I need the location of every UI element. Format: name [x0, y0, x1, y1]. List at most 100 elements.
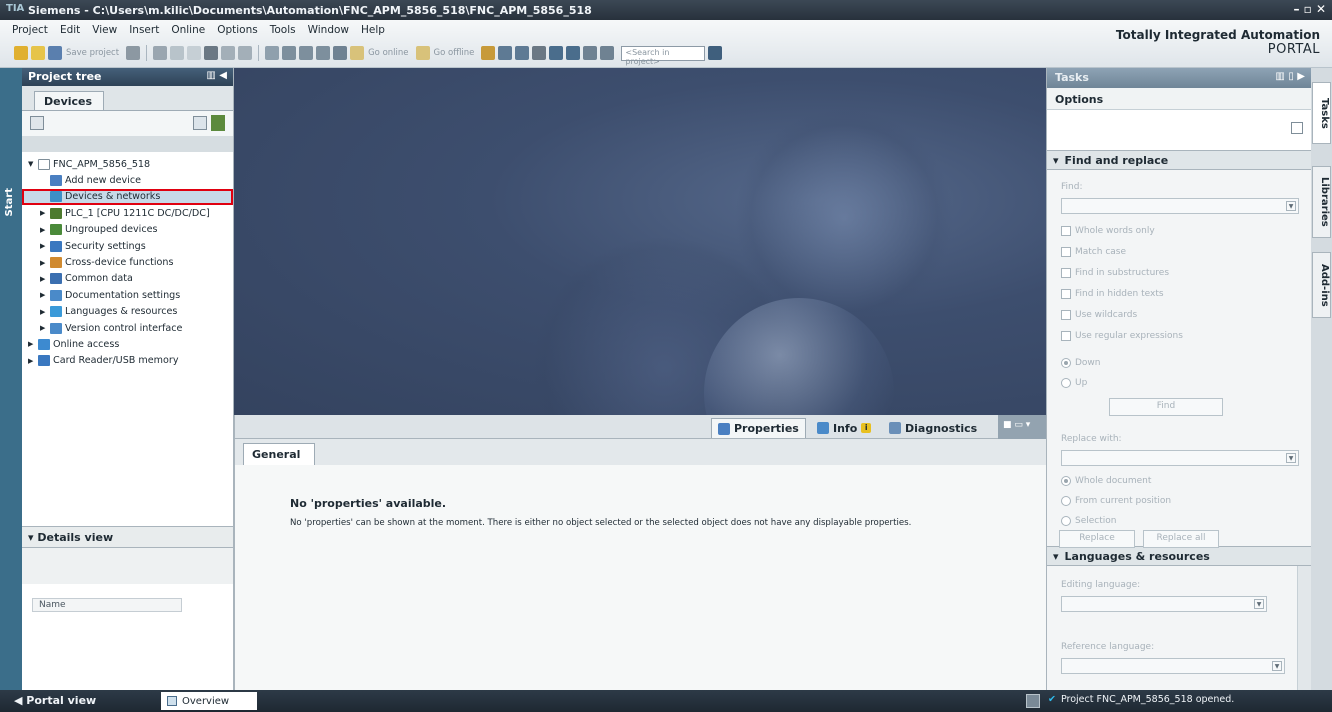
tab-general[interactable]: General — [243, 443, 315, 465]
details-column-name[interactable]: Name — [32, 598, 182, 612]
side-tab-tasks[interactable]: Tasks — [1312, 82, 1331, 144]
tab-properties[interactable]: Properties — [711, 418, 806, 438]
expand-triangle-right-icon[interactable]: ▶ — [40, 226, 48, 234]
window-controls[interactable]: – ▫ ✕ — [1293, 2, 1326, 16]
tree-item[interactable]: ▶ Common data — [22, 271, 233, 287]
languages-scrollbar[interactable] — [1297, 566, 1311, 692]
tree-item[interactable]: ▶ Cross-device functions — [22, 254, 233, 270]
undo-icon[interactable] — [221, 46, 236, 60]
save-project-button[interactable]: Save project — [66, 48, 119, 58]
expand-triangle-right-icon[interactable]: ▶ — [40, 209, 48, 217]
reference-language-select[interactable]: ▼ — [1061, 658, 1285, 674]
match-case-checkbox[interactable]: Match case — [1061, 247, 1126, 257]
tree-item[interactable]: ▶ Online access — [22, 336, 233, 352]
tasks-header-controls[interactable]: ▥ ▯ ▶ — [1275, 71, 1305, 82]
expand-triangle-right-icon[interactable]: ▶ — [40, 275, 48, 283]
expand-triangle-right-icon[interactable]: ▶ — [28, 340, 36, 348]
tree-item[interactable]: ▼ FNC_APM_5856_518 — [22, 156, 233, 172]
tree-item[interactable]: ▶ PLC_1 [CPU 1211C DC/DC/DC] — [22, 205, 233, 221]
expand-triangle-right-icon[interactable]: ▶ — [40, 259, 48, 267]
add-device-icon[interactable] — [211, 115, 225, 131]
tab-devices[interactable]: Devices — [34, 91, 104, 111]
compile-icon[interactable] — [282, 46, 297, 60]
tree-item[interactable]: Add new device — [22, 172, 233, 188]
go-online-icon[interactable] — [350, 46, 365, 60]
options-toggle-icon[interactable] — [1291, 122, 1303, 134]
chevron-down-icon[interactable]: ▼ — [1254, 599, 1264, 609]
direction-up-radio[interactable]: Up — [1061, 378, 1087, 388]
editing-language-select[interactable]: ▼ — [1061, 596, 1267, 612]
print-icon[interactable] — [126, 46, 141, 60]
regex-checkbox[interactable]: Use regular expressions — [1061, 331, 1183, 341]
direction-down-radio[interactable]: Down — [1061, 358, 1101, 368]
split-vertical-icon[interactable] — [566, 46, 581, 60]
menu-project[interactable]: Project — [12, 24, 48, 36]
overview-tab[interactable]: Overview — [161, 692, 257, 710]
find-substructures-checkbox[interactable]: Find in substructures — [1061, 268, 1169, 278]
go-offline-icon[interactable] — [415, 46, 430, 60]
download-icon[interactable] — [299, 46, 314, 60]
menu-window[interactable]: Window — [308, 24, 349, 36]
inspector-window-controls[interactable]: ■ ▭ ▾ — [998, 415, 1046, 439]
replace-with-input[interactable]: ▼ — [1061, 450, 1299, 466]
expand-triangle-right-icon[interactable]: ▶ — [28, 357, 36, 365]
maximize-editor-icon[interactable] — [583, 46, 598, 60]
tab-info[interactable]: Info i — [811, 418, 877, 438]
tree-item[interactable]: ▶ Ungrouped devices — [22, 222, 233, 238]
menu-options[interactable]: Options — [217, 24, 258, 36]
restore-layout-icon[interactable] — [600, 46, 615, 60]
replace-button[interactable]: Replace — [1059, 530, 1135, 548]
menu-help[interactable]: Help — [361, 24, 385, 36]
replace-all-button[interactable]: Replace all — [1143, 530, 1219, 548]
save-project-icon[interactable] — [48, 46, 62, 60]
find-button[interactable]: Find — [1109, 398, 1223, 416]
tree-item[interactable]: ▶ Version control interface — [22, 320, 233, 336]
delete-icon[interactable] — [204, 46, 219, 60]
split-editor-icon[interactable] — [265, 46, 280, 60]
menu-edit[interactable]: Edit — [60, 24, 80, 36]
upload-icon[interactable] — [316, 46, 331, 60]
scope-current-position-radio[interactable]: From current position — [1061, 496, 1171, 506]
menu-tools[interactable]: Tools — [270, 24, 296, 36]
scope-selection-radio[interactable]: Selection — [1061, 516, 1116, 526]
tree-item[interactable]: ▶ Security settings — [22, 238, 233, 254]
start-strip[interactable]: Start — [0, 68, 22, 690]
find-hidden-texts-checkbox[interactable]: Find in hidden texts — [1061, 289, 1164, 299]
chevron-down-icon[interactable]: ▼ — [1272, 661, 1282, 671]
menu-view[interactable]: View — [92, 24, 117, 36]
find-replace-header[interactable]: ▾ Find and replace — [1047, 150, 1311, 170]
new-project-icon[interactable] — [14, 46, 28, 60]
collapse-panel-icon[interactable]: ▥ ◀ — [206, 70, 227, 81]
languages-resources-header[interactable]: ▾ Languages & resources — [1047, 546, 1311, 566]
redo-icon[interactable] — [238, 46, 253, 60]
scope-whole-document-radio[interactable]: Whole document — [1061, 476, 1151, 486]
side-tab-add-ins[interactable]: Add-ins — [1312, 252, 1331, 318]
tree-item[interactable]: Devices & networks — [22, 188, 233, 206]
tree-item[interactable]: ▶ Card Reader/USB memory — [22, 353, 233, 369]
show-hierarchy-icon[interactable] — [30, 116, 44, 130]
copy-icon[interactable] — [170, 46, 185, 60]
use-wildcards-checkbox[interactable]: Use wildcards — [1061, 310, 1137, 320]
side-tab-libraries[interactable]: Libraries — [1312, 166, 1331, 238]
cross-reference-icon[interactable] — [532, 46, 547, 60]
status-message[interactable]: ✔ Project FNC_APM_5856_518 opened. — [1048, 694, 1234, 705]
expand-triangle-right-icon[interactable]: ▶ — [40, 324, 48, 332]
expand-triangle-down-icon[interactable]: ▼ — [28, 160, 36, 168]
tree-item[interactable]: ▶ Languages & resources — [22, 304, 233, 320]
tree-item[interactable]: ▶ Documentation settings — [22, 287, 233, 303]
cut-icon[interactable] — [153, 46, 168, 60]
chevron-down-icon[interactable]: ▼ — [1286, 453, 1296, 463]
whole-words-checkbox[interactable]: Whole words only — [1061, 226, 1155, 236]
split-horizontal-icon[interactable] — [549, 46, 564, 60]
go-offline-button[interactable]: Go offline — [434, 48, 475, 58]
go-online-button[interactable]: Go online — [368, 48, 408, 58]
expand-triangle-right-icon[interactable]: ▶ — [40, 291, 48, 299]
status-device-icon[interactable] — [1026, 694, 1040, 708]
simulation-icon[interactable] — [333, 46, 348, 60]
expand-triangle-right-icon[interactable]: ▶ — [40, 308, 48, 316]
overview-icon[interactable] — [193, 116, 207, 130]
tab-diagnostics[interactable]: Diagnostics — [883, 418, 983, 438]
start-cpu-icon[interactable] — [498, 46, 513, 60]
accessible-devices-icon[interactable] — [481, 46, 496, 60]
details-view-header[interactable]: ▾ Details view — [22, 526, 233, 548]
